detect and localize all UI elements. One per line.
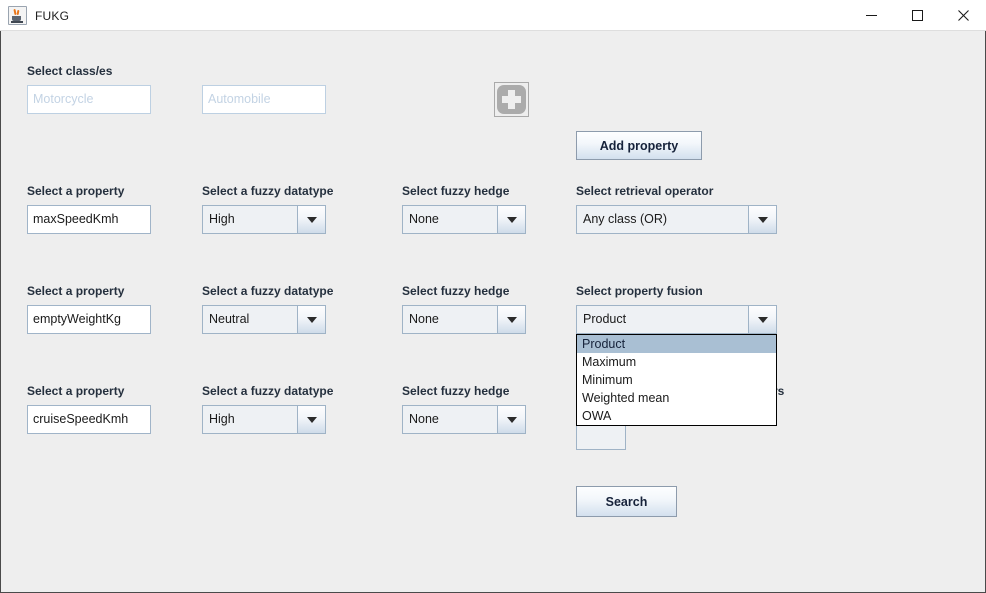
chevron-down-icon[interactable] bbox=[748, 306, 776, 333]
property-fusion-dropdown-list[interactable]: Product Maximum Minimum Weighted mean OW… bbox=[576, 334, 777, 426]
select-classes-label: Select class/es bbox=[27, 64, 113, 78]
row-2-hedge-combo[interactable]: None bbox=[402, 305, 526, 334]
row-3-hedge-value: None bbox=[403, 406, 497, 433]
application-window: FUKG Select class/es Motorcycle Automobi… bbox=[0, 0, 986, 593]
chevron-down-icon[interactable] bbox=[748, 206, 776, 233]
row-3-property-label: Select a property bbox=[27, 384, 125, 398]
row-2-datatype-combo[interactable]: Neutral bbox=[202, 305, 326, 334]
close-icon bbox=[957, 10, 969, 21]
row-1-datatype-combo[interactable]: High bbox=[202, 205, 326, 234]
row-3-hedge-combo[interactable]: None bbox=[402, 405, 526, 434]
row-3-hedge-label: Select fuzzy hedge bbox=[402, 384, 510, 398]
dropdown-option-owa[interactable]: OWA bbox=[577, 407, 776, 425]
row-1-datatype-value: High bbox=[203, 206, 297, 233]
title-bar-left: FUKG bbox=[8, 0, 69, 31]
dropdown-option-product[interactable]: Product bbox=[577, 335, 776, 353]
minimize-button[interactable] bbox=[848, 0, 894, 31]
class-input-1[interactable]: Motorcycle bbox=[27, 85, 151, 114]
dropdown-option-weighted-mean[interactable]: Weighted mean bbox=[577, 389, 776, 407]
add-property-button[interactable]: Add property bbox=[576, 131, 702, 160]
row-1-property-input[interactable]: maxSpeedKmh bbox=[27, 205, 151, 234]
close-button[interactable] bbox=[940, 0, 986, 31]
main-content: Select class/es Motorcycle Automobile Ad… bbox=[0, 31, 986, 593]
row-3-property-input[interactable]: cruiseSpeedKmh bbox=[27, 405, 151, 434]
property-fusion-value: Product bbox=[577, 306, 748, 333]
add-class-button[interactable] bbox=[494, 82, 529, 117]
retrieval-operator-label: Select retrieval operator bbox=[576, 184, 714, 198]
property-fusion-label: Select property fusion bbox=[576, 284, 703, 298]
row-3-datatype-value: High bbox=[203, 406, 297, 433]
plus-icon bbox=[497, 85, 526, 114]
minimize-icon bbox=[865, 15, 877, 16]
class-input-2[interactable]: Automobile bbox=[202, 85, 326, 114]
row-1-datatype-label: Select a fuzzy datatype bbox=[202, 184, 334, 198]
retrieval-operator-value: Any class (OR) bbox=[577, 206, 748, 233]
chevron-down-icon[interactable] bbox=[497, 206, 525, 233]
row-2-hedge-value: None bbox=[403, 306, 497, 333]
row-2-property-label: Select a property bbox=[27, 284, 125, 298]
search-button[interactable]: Search bbox=[576, 486, 677, 517]
row-3-datatype-label: Select a fuzzy datatype bbox=[202, 384, 334, 398]
chevron-down-icon[interactable] bbox=[297, 206, 325, 233]
chevron-down-icon[interactable] bbox=[297, 406, 325, 433]
chevron-down-icon[interactable] bbox=[497, 306, 525, 333]
row-1-hedge-label: Select fuzzy hedge bbox=[402, 184, 510, 198]
dropdown-option-maximum[interactable]: Maximum bbox=[577, 353, 776, 371]
maximize-icon bbox=[911, 10, 923, 21]
retrieval-operator-combo[interactable]: Any class (OR) bbox=[576, 205, 777, 234]
row-2-property-input[interactable]: emptyWeightKg bbox=[27, 305, 151, 334]
chevron-down-icon[interactable] bbox=[297, 306, 325, 333]
window-controls bbox=[848, 0, 986, 31]
row-1-property-label: Select a property bbox=[27, 184, 125, 198]
row-3-datatype-combo[interactable]: High bbox=[202, 405, 326, 434]
java-coffee-cup-icon bbox=[8, 6, 27, 25]
maximize-button[interactable] bbox=[894, 0, 940, 31]
row-2-hedge-label: Select fuzzy hedge bbox=[402, 284, 510, 298]
row-2-datatype-value: Neutral bbox=[203, 306, 297, 333]
chevron-down-icon[interactable] bbox=[497, 406, 525, 433]
title-bar: FUKG bbox=[0, 0, 986, 31]
property-fusion-combo[interactable]: Product bbox=[576, 305, 777, 334]
row-1-hedge-value: None bbox=[403, 206, 497, 233]
dropdown-option-minimum[interactable]: Minimum bbox=[577, 371, 776, 389]
row-1-hedge-combo[interactable]: None bbox=[402, 205, 526, 234]
row-2-datatype-label: Select a fuzzy datatype bbox=[202, 284, 334, 298]
window-title: FUKG bbox=[35, 8, 70, 23]
